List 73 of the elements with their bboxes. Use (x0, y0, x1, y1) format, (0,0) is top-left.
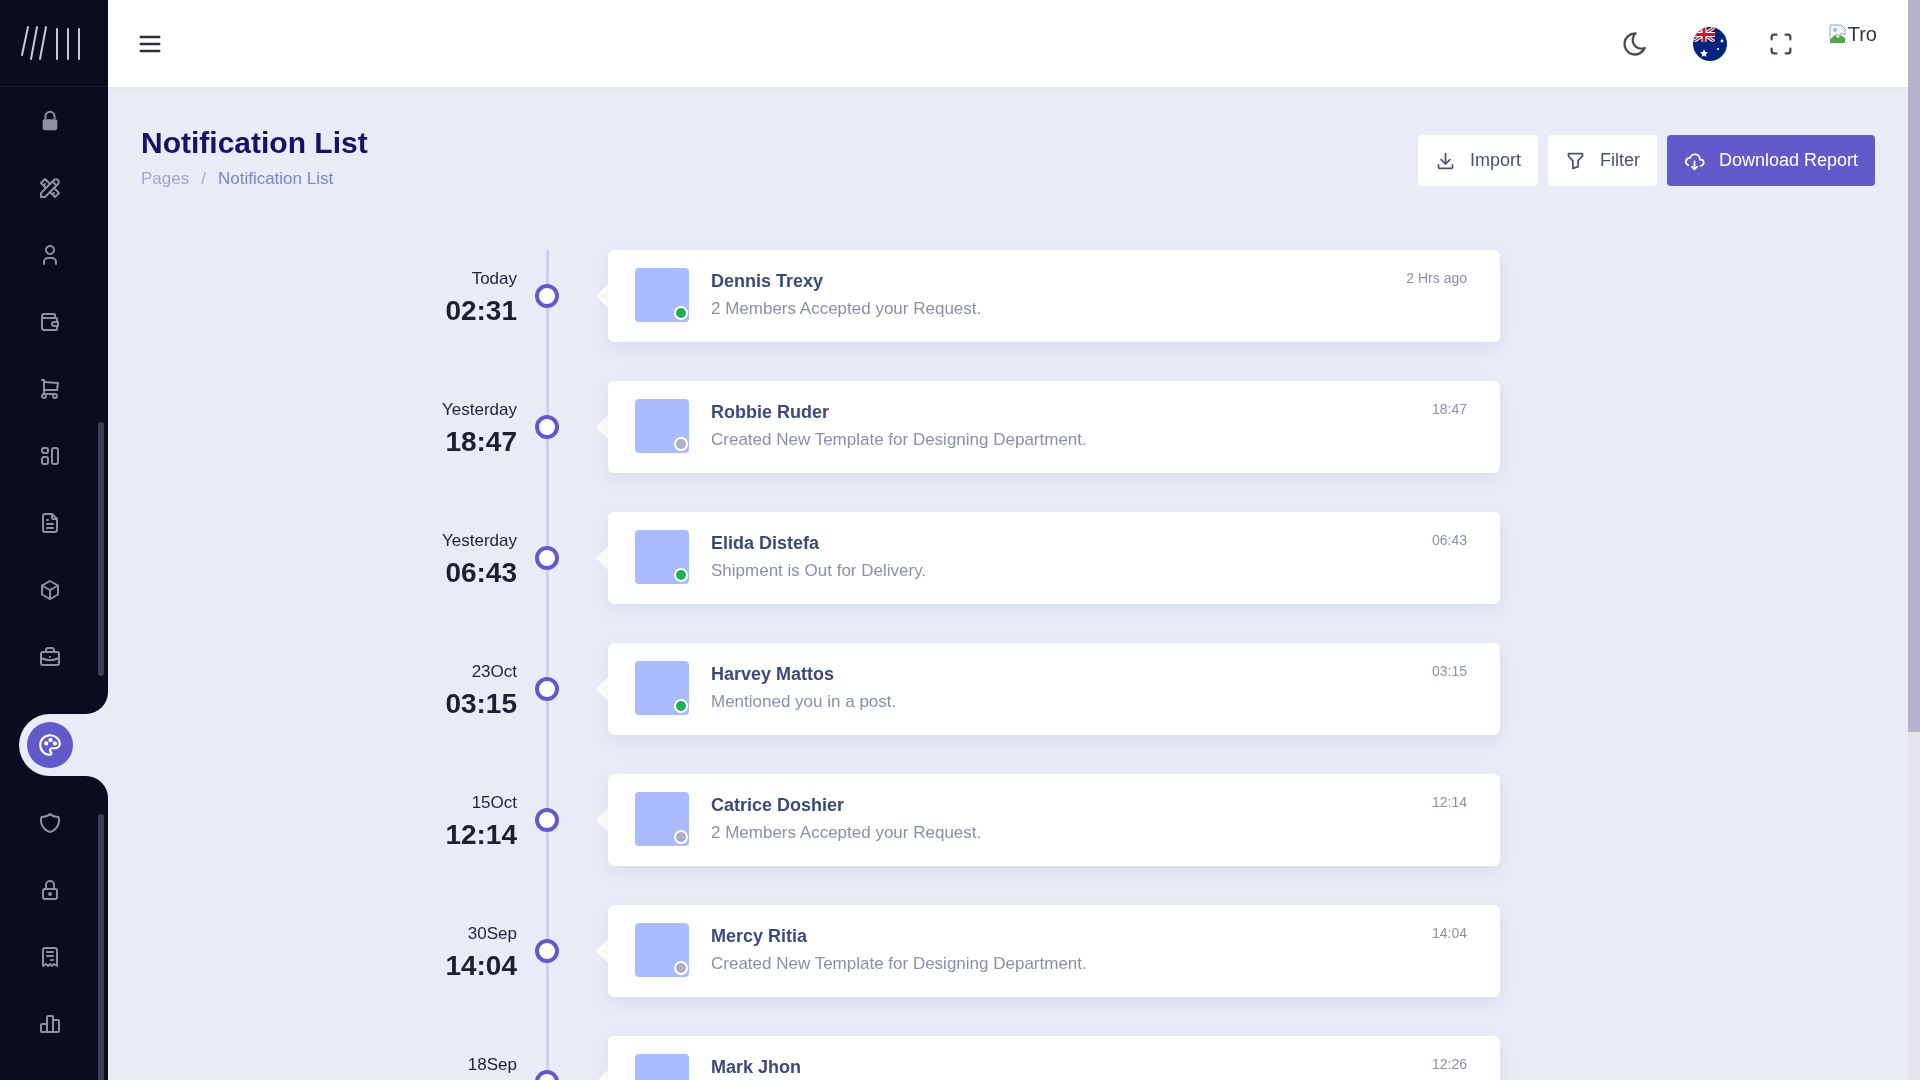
timeline-day: Yesterday (442, 530, 517, 552)
timeline-time: 03:15 (445, 687, 517, 721)
sender-name: Mark Jhon (711, 1056, 802, 1078)
action-button[interactable]: Import (1417, 135, 1538, 186)
broken-image-icon (1827, 23, 1848, 44)
timeline-ring-icon (535, 808, 559, 832)
moon-icon[interactable] (1620, 29, 1649, 58)
cloud-download-icon (1683, 150, 1705, 171)
timeline-time: 12:14 (445, 818, 517, 852)
nav-button[interactable] (38, 376, 62, 401)
notification-card[interactable]: Elida Distefa Shipment is Out for Delivery. 06:43 (608, 512, 1500, 604)
page-title: Notification List (141, 125, 368, 161)
action-button[interactable]: Download Report (1666, 135, 1875, 186)
sender-name: Robbie Ruder (711, 401, 829, 423)
notification-message: Created New Template for Designing Department. (711, 429, 1087, 451)
notification-message: 2 Members Accepted your Request. (711, 822, 982, 844)
timeline-day: 23Oct (471, 661, 517, 683)
profile-image-alt-text[interactable]: Tro (1847, 21, 1877, 46)
notification-time: 12:14 (1431, 793, 1467, 812)
notification-time: 12:26 (1431, 1055, 1467, 1074)
sender-name: Mercy Ritia (711, 925, 808, 947)
scrollbar-thumb[interactable] (98, 814, 104, 1080)
timeline-ring-icon (535, 284, 559, 308)
timeline-ring-icon (535, 546, 559, 570)
scrollbar-thumb[interactable] (1908, 0, 1920, 732)
timeline-day: 15Oct (471, 792, 517, 814)
briefcase-icon (38, 644, 62, 669)
sender-name: Catrice Doshier (711, 794, 845, 816)
timeline-day: 30Sep (467, 923, 517, 945)
breadcrumb-separator: / (201, 168, 206, 190)
timeline-time: 18:47 (445, 425, 517, 459)
timeline-ring-icon (535, 939, 559, 963)
action-button[interactable]: Filter (1547, 135, 1657, 186)
shield-icon (38, 810, 62, 835)
nav-button[interactable] (27, 722, 73, 768)
notification-card[interactable]: Catrice Doshier 2 Members Accepted your Request. 12:14 (608, 774, 1500, 866)
notification-message: Created New Template for Designing Department. (711, 953, 1087, 975)
notification-time: 14:04 (1431, 924, 1467, 943)
notification-message: Mentioned you in a post. (711, 691, 897, 713)
sender-name: Elida Distefa (711, 532, 820, 554)
notification-card[interactable]: Mark Jhon 12:26 (608, 1036, 1500, 1080)
nav-button[interactable] (38, 644, 62, 669)
timeline-time: 06:43 (445, 556, 517, 590)
sender-name: Dennis Trexy (711, 270, 824, 292)
notification-card[interactable]: Dennis Trexy 2 Members Accepted your Request. 2 Hrs ago (608, 250, 1500, 342)
notification-card[interactable]: Mercy Ritia Created New Template for Designing Department. 14:04 (608, 905, 1500, 997)
tools-icon (38, 175, 62, 200)
flag-icon[interactable] (1692, 26, 1727, 61)
box-icon (38, 577, 62, 602)
timeline-day: Yesterday (442, 399, 517, 421)
notification-message: Shipment is Out for Delivery. (711, 560, 927, 582)
timeline-time: 02:31 (445, 294, 517, 328)
timeline-day: Today (471, 268, 517, 290)
palette-icon (37, 732, 63, 758)
timeline-day: 18Sep (467, 1054, 517, 1076)
scrollbar-thumb[interactable] (98, 422, 104, 676)
timeline-time: 14:04 (445, 949, 517, 983)
notification-card[interactable]: Harvey Mattos Mentioned you in a post. 03:15 (608, 643, 1500, 735)
notification-time: 2 Hrs ago (1406, 269, 1467, 288)
cart-icon (38, 376, 62, 401)
nav-button[interactable] (38, 577, 62, 602)
notification-time: 03:15 (1431, 662, 1467, 681)
notification-time: 18:47 (1431, 400, 1467, 419)
notification-card[interactable]: Robbie Ruder Created New Template for Designing Department. 18:47 (608, 381, 1500, 473)
notification-time: 06:43 (1431, 531, 1467, 550)
nav-button[interactable] (38, 175, 62, 200)
breadcrumb-current: Notification List (217, 168, 334, 190)
timeline-ring-icon (535, 415, 559, 439)
nav-button[interactable] (38, 810, 62, 835)
notification-message: 2 Members Accepted your Request. (711, 298, 982, 320)
logo (20, 25, 82, 61)
sender-name: Harvey Mattos (711, 663, 835, 685)
timeline-ring-icon (535, 677, 559, 701)
